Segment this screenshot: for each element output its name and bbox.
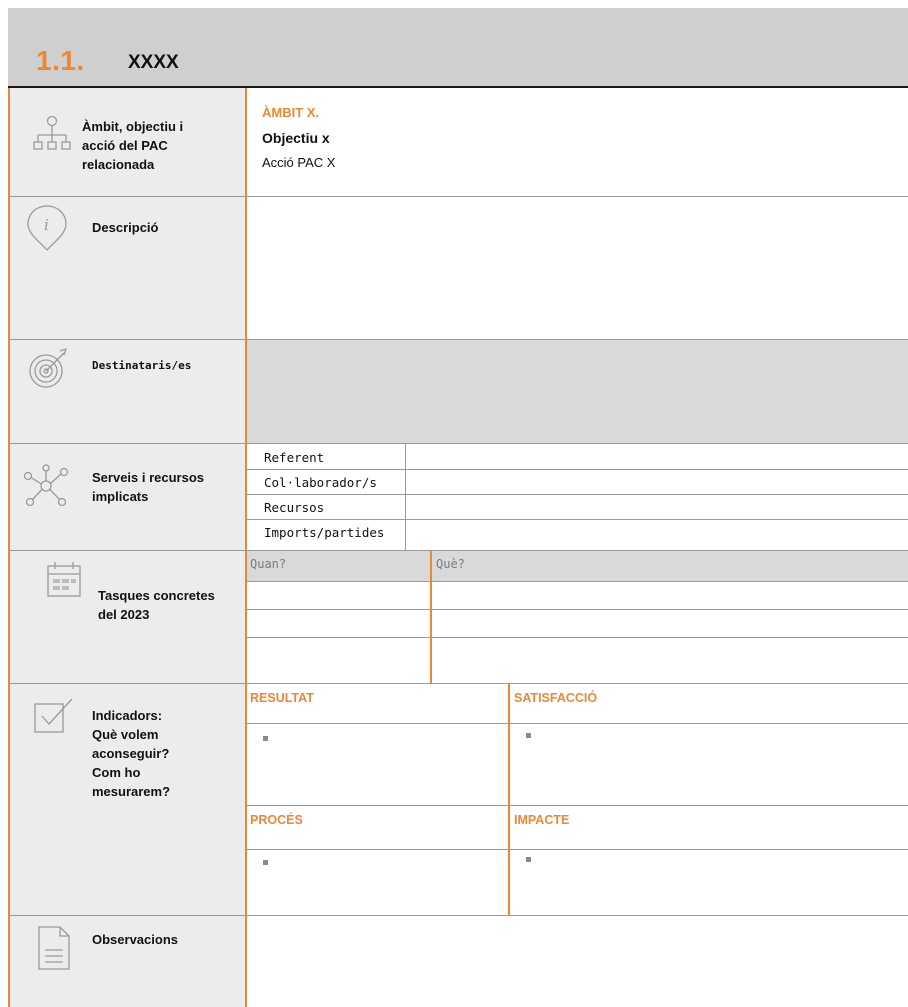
serveis-item: Recursos — [264, 500, 325, 515]
serveis-row-line — [247, 469, 908, 470]
serveis-item: Col·laborador/s — [264, 475, 377, 490]
checkbox-icon — [32, 696, 76, 736]
row-separator — [10, 915, 908, 916]
section-header: 1.1. XXXX — [8, 8, 908, 88]
tasques-label-line: del 2023 — [98, 607, 150, 622]
serveis-row-line — [247, 519, 908, 520]
bullet-marker — [526, 857, 531, 862]
descripcio-label: Descripció — [92, 220, 159, 235]
indicadors-label-line: Què volem — [92, 727, 159, 742]
serveis-label-line: Serveis i recursos — [92, 470, 205, 485]
indicador-impacte: IMPACTE — [514, 813, 570, 827]
indicadors-row-line — [247, 723, 908, 724]
serveis-label: Serveis i recursos implicats — [92, 468, 204, 506]
row-separator — [10, 196, 908, 197]
accio-value: Acció PAC X — [262, 155, 336, 170]
ambit-label-line: Àmbit, objectiu i — [82, 119, 184, 134]
section-number: 1.1. — [36, 45, 85, 76]
top-margin — [0, 0, 908, 8]
indicador-satisfaccio: SATISFACCIÓ — [514, 691, 598, 705]
indicadors-label-line: aconseguir? — [92, 746, 170, 761]
row-separator — [10, 443, 908, 444]
bullet-marker — [263, 736, 268, 741]
ambit-value: ÀMBIT X. — [262, 105, 320, 120]
hierarchy-icon — [32, 115, 72, 157]
tasques-header-bar — [247, 551, 908, 581]
tasques-row-line — [247, 581, 908, 582]
indicadors-col-divider — [508, 684, 510, 915]
indicadors-label-line: Indicadors: — [92, 708, 163, 723]
tasques-label: Tasques concretes del 2023 — [98, 586, 215, 624]
bullet-marker — [263, 860, 268, 865]
tasques-col-que: Què? — [436, 557, 465, 571]
indicador-proces: PROCÉS — [250, 813, 303, 827]
tasques-col-divider — [430, 551, 432, 683]
network-icon — [20, 462, 72, 510]
observacions-label: Observacions — [92, 932, 178, 947]
document-icon — [36, 924, 72, 972]
destinataris-shaded-area — [247, 340, 908, 443]
indicador-resultat: RESULTAT — [250, 691, 314, 705]
ambit-label-line: acció del PAC — [82, 138, 168, 153]
bullet-marker — [526, 733, 531, 738]
indicadors-label-line: mesurarem? — [92, 784, 171, 799]
serveis-item: Referent — [264, 450, 325, 465]
ambit-label-line: relacionada — [82, 157, 155, 172]
tasques-label-line: Tasques concretes — [98, 588, 215, 603]
tasques-row-line — [247, 609, 908, 610]
info-pin-icon: i — [22, 202, 72, 254]
svg-text:i: i — [44, 216, 49, 234]
serveis-label-line: implicats — [92, 489, 149, 504]
indicadors-label-line: Com ho — [92, 765, 141, 780]
serveis-item: Imports/partides — [264, 525, 385, 540]
indicadors-row-line — [247, 849, 908, 850]
column-divider — [245, 88, 247, 1007]
tasques-row-line — [247, 637, 908, 638]
tasques-col-quan: Quan? — [250, 557, 287, 571]
ambit-label: Àmbit, objectiu i acció del PAC relacion… — [82, 117, 183, 174]
destinataris-label: Destinataris/es — [92, 359, 192, 372]
objectiu-value: Objectiu x — [262, 130, 330, 146]
section-title: XXXX — [128, 52, 179, 73]
target-icon — [26, 345, 72, 391]
serveis-row-line — [247, 494, 908, 495]
indicadors-row-line — [247, 805, 908, 806]
serveis-col-divider — [405, 444, 406, 550]
calendar-icon — [44, 560, 84, 600]
row-separator — [10, 683, 908, 684]
indicadors-label: Indicadors: Què volem aconseguir? Com ho… — [92, 706, 170, 801]
